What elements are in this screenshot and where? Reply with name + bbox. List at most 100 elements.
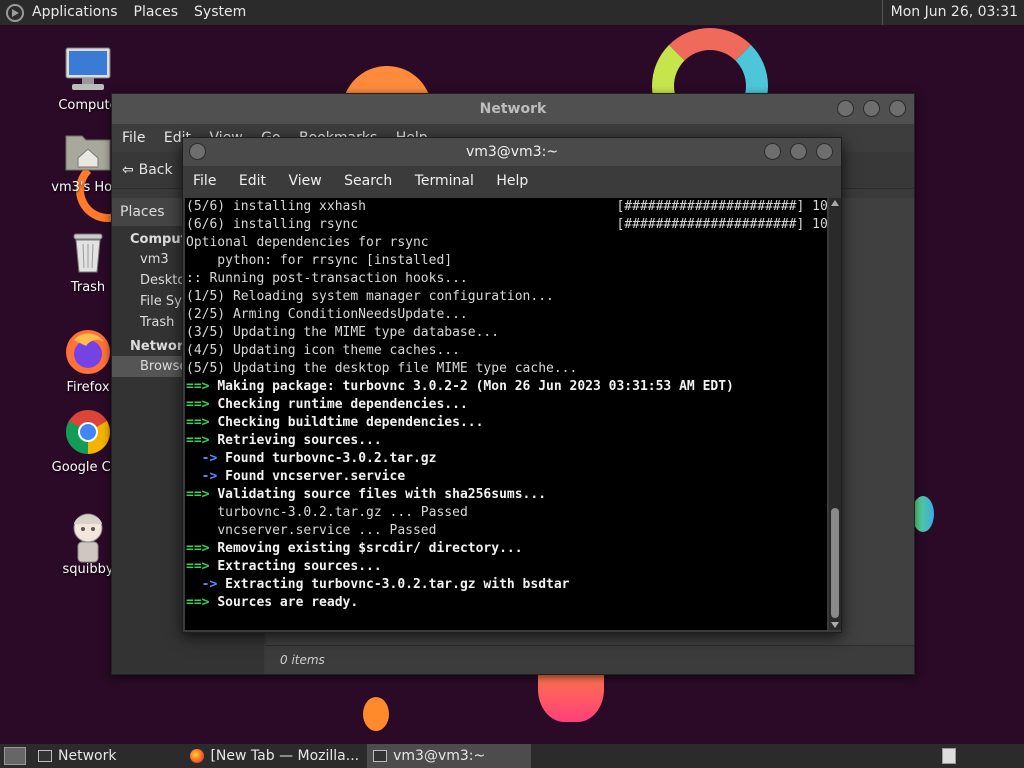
terminal-line: (6/6) installing rsync [################… bbox=[186, 217, 827, 232]
terminal-line: -> Extracting turbovnc-3.0.2.tar.gz with… bbox=[186, 576, 827, 594]
line-text: Removing existing $srcdir/ directory... bbox=[217, 541, 523, 556]
window-title: Network bbox=[479, 101, 547, 117]
terminal-line: (3/5) Updating the MIME type database... bbox=[186, 325, 500, 340]
menu-file[interactable]: File bbox=[193, 173, 216, 189]
terminal-line: vncserver.service ... Passed bbox=[186, 522, 827, 540]
terminal-icon bbox=[373, 750, 388, 762]
scroll-down-icon[interactable] bbox=[831, 622, 839, 628]
menu-search[interactable]: Search bbox=[344, 173, 392, 189]
back-arrow-icon: ⇦ bbox=[122, 162, 139, 178]
firefox-icon bbox=[64, 328, 112, 376]
places-menu[interactable]: Places bbox=[126, 0, 187, 25]
terminal-line: :: Running post-transaction hooks... bbox=[186, 271, 468, 286]
line-prefix: ==> bbox=[186, 415, 218, 430]
show-desktop-icon[interactable] bbox=[4, 747, 26, 765]
terminal-line: (1/5) Reloading system manager configura… bbox=[186, 289, 554, 304]
task-network[interactable]: Network bbox=[32, 744, 124, 768]
computer-icon bbox=[64, 46, 112, 94]
terminal-line: ==> Checking buildtime dependencies... bbox=[186, 414, 827, 432]
terminal-titlebar[interactable]: vm3@vm3:~ bbox=[183, 138, 841, 166]
line-prefix bbox=[186, 505, 217, 520]
terminal-output[interactable]: (5/6) installing xxhash [###############… bbox=[185, 198, 827, 630]
terminal-line: Optional dependencies for rsync bbox=[186, 235, 429, 250]
line-text: Extracting turbovnc-3.0.2.tar.gz with bs… bbox=[225, 577, 570, 592]
terminal-line: python: for rrsync [installed] bbox=[186, 253, 453, 268]
window-menu-button[interactable] bbox=[189, 143, 206, 160]
line-prefix: ==> bbox=[186, 379, 218, 394]
maximize-button[interactable] bbox=[790, 143, 807, 160]
terminal-line: -> Found vncserver.service bbox=[186, 468, 827, 486]
task-terminal[interactable]: vm3@vm3:~ bbox=[367, 744, 532, 768]
terminal-line: (2/5) Arming ConditionNeedsUpdate... bbox=[186, 307, 468, 322]
system-menu[interactable]: System bbox=[186, 0, 254, 25]
clock[interactable]: Mon Jun 26, 03:31 bbox=[881, 0, 1018, 25]
menu-terminal[interactable]: Terminal bbox=[415, 173, 474, 189]
maximize-button[interactable] bbox=[863, 100, 880, 117]
terminal-line: ==> Making package: turbovnc 3.0.2-2 (Mo… bbox=[186, 378, 827, 396]
line-prefix: ==> bbox=[186, 559, 218, 574]
close-button[interactable] bbox=[889, 100, 906, 117]
terminal-menubar: File Edit View Search Terminal Help bbox=[183, 166, 841, 196]
scrollbar-thumb[interactable] bbox=[831, 508, 839, 618]
line-text: Making package: turbovnc 3.0.2-2 (Mon 26… bbox=[217, 379, 734, 394]
terminal-scrollbar[interactable] bbox=[829, 198, 841, 630]
workspace-switcher[interactable] bbox=[942, 748, 956, 764]
line-prefix: ==> bbox=[186, 397, 218, 412]
terminal-line: (4/5) Updating icon theme caches... bbox=[186, 343, 460, 358]
line-text: Validating source files with sha256sums.… bbox=[217, 487, 547, 502]
menu-file[interactable]: File bbox=[122, 130, 145, 146]
wallpaper-blob bbox=[363, 697, 389, 731]
network-window-titlebar[interactable]: Network bbox=[112, 94, 914, 124]
firefox-icon bbox=[190, 749, 205, 763]
status-bar: 0 items bbox=[266, 645, 914, 674]
chrome-icon bbox=[64, 408, 112, 456]
terminal-line: turbovnc-3.0.2.tar.gz ... Passed bbox=[186, 504, 827, 522]
window-title: vm3@vm3:~ bbox=[465, 144, 559, 160]
line-text: Extracting sources... bbox=[217, 559, 382, 574]
line-text: Checking buildtime dependencies... bbox=[217, 415, 484, 430]
line-prefix: -> bbox=[186, 469, 226, 484]
line-text: Found turbovnc-3.0.2.tar.gz bbox=[225, 451, 437, 466]
back-label: Back bbox=[138, 162, 173, 178]
menu-help[interactable]: Help bbox=[496, 173, 528, 189]
trash-icon bbox=[64, 228, 112, 276]
line-text: turbovnc-3.0.2.tar.gz ... Passed bbox=[217, 505, 468, 520]
terminal-line: (5/6) installing xxhash [###############… bbox=[186, 199, 827, 214]
menu-edit[interactable]: Edit bbox=[239, 173, 266, 189]
line-prefix: ==> bbox=[186, 487, 218, 502]
anime-character-icon bbox=[64, 510, 112, 563]
line-prefix: ==> bbox=[186, 595, 218, 610]
line-prefix bbox=[186, 523, 217, 538]
line-prefix: -> bbox=[186, 451, 226, 466]
terminal-line: ==> Extracting sources... bbox=[186, 558, 827, 576]
terminal-window[interactable]: vm3@vm3:~ File Edit View Search Terminal… bbox=[182, 137, 842, 633]
back-button[interactable]: ⇦ Back bbox=[122, 162, 173, 178]
task-label: vm3@vm3:~ bbox=[393, 748, 486, 764]
close-button[interactable] bbox=[816, 143, 833, 160]
task-label: [New Tab — Mozilla... bbox=[210, 748, 360, 764]
task-label: Network bbox=[58, 748, 117, 764]
distro-logo-icon[interactable] bbox=[6, 3, 24, 22]
line-prefix: -> bbox=[186, 577, 226, 592]
scroll-up-icon[interactable] bbox=[831, 200, 839, 206]
file-manager-icon bbox=[38, 750, 52, 762]
bottom-taskbar: Network [New Tab — Mozilla... vm3@vm3:~ bbox=[0, 744, 1024, 768]
line-text: Found vncserver.service bbox=[225, 469, 406, 484]
home-folder-icon bbox=[64, 128, 112, 176]
line-prefix: ==> bbox=[186, 541, 218, 556]
line-text: Checking runtime dependencies... bbox=[217, 397, 468, 412]
terminal-line: -> Found turbovnc-3.0.2.tar.gz bbox=[186, 450, 827, 468]
menu-view[interactable]: View bbox=[288, 173, 321, 189]
terminal-line: (5/5) Updating the desktop file MIME typ… bbox=[186, 361, 578, 376]
line-text: Retrieving sources... bbox=[217, 433, 382, 448]
line-prefix: ==> bbox=[186, 433, 218, 448]
minimize-button[interactable] bbox=[764, 143, 781, 160]
terminal-line: ==> Removing existing $srcdir/ directory… bbox=[186, 540, 827, 558]
terminal-line: ==> Validating source files with sha256s… bbox=[186, 486, 827, 504]
terminal-text: (5/6) installing xxhash [###############… bbox=[185, 198, 827, 612]
terminal-line: ==> Checking runtime dependencies... bbox=[186, 396, 827, 414]
line-text: Sources are ready. bbox=[217, 595, 359, 610]
task-firefox[interactable]: [New Tab — Mozilla... bbox=[184, 744, 367, 768]
minimize-button[interactable] bbox=[837, 100, 854, 117]
applications-menu[interactable]: Applications bbox=[24, 0, 126, 25]
